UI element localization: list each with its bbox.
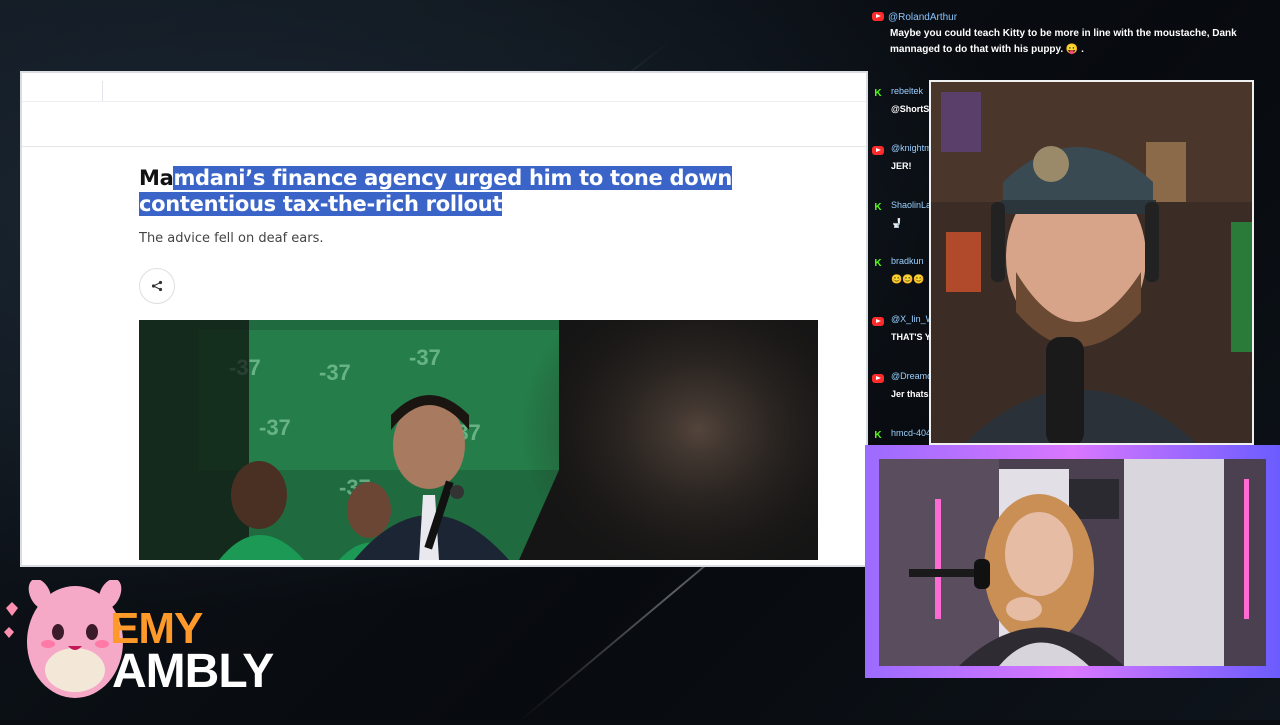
youtube-icon xyxy=(872,317,884,326)
kick-icon: K xyxy=(874,258,882,269)
top-chat-message: @RolandArthur Maybe you could teach Kitt… xyxy=(872,10,1272,58)
youtube-icon xyxy=(872,12,884,21)
chat-username: hmcd-404 xyxy=(891,428,932,438)
share-icon xyxy=(151,280,163,292)
chat-username: rebeltek xyxy=(891,86,924,96)
svg-text:-37: -37 xyxy=(319,360,351,385)
divider xyxy=(102,81,103,101)
chat-overlay: K rebeltek @ShortSidePhetting lol @knigh… xyxy=(862,78,1010,443)
browser-top-bar xyxy=(22,73,866,102)
chat-message: 🚽 xyxy=(891,218,903,228)
youtube-icon xyxy=(872,146,884,155)
share-button[interactable] xyxy=(139,268,175,304)
youtube-icon xyxy=(872,374,884,383)
site-nav-bar xyxy=(22,102,866,147)
article-headline[interactable]: Mamdani’s finance agency urged him to to… xyxy=(139,165,829,217)
svg-text:-37: -37 xyxy=(409,345,441,370)
chat-message: JER! xyxy=(891,161,912,171)
kick-icon: K xyxy=(874,430,882,441)
chat-username: @RolandArthur xyxy=(888,12,958,23)
kick-icon: K xyxy=(874,202,882,213)
webcam-host xyxy=(929,80,1254,445)
svg-text:-37: -37 xyxy=(259,415,291,440)
chat-message-text: Maybe you could teach Kitty to be more i… xyxy=(890,28,1237,55)
headline-selected-text: mdani’s finance agency urged him to tone… xyxy=(139,166,733,216)
chat-username: bradkun xyxy=(891,256,924,266)
kick-icon: K xyxy=(874,88,882,99)
chat-message: 😊😊😊 xyxy=(891,274,925,284)
browser-capture: Mamdani’s finance agency urged him to to… xyxy=(22,73,866,565)
webcam-cohost xyxy=(879,459,1266,666)
headline-lead: Ma xyxy=(139,166,174,190)
article-subhead: The advice fell on deaf ears. xyxy=(139,231,324,246)
logo-text-bottom: AMBLY xyxy=(112,645,274,698)
article-photo: -37-37-37 -37-37-37 xyxy=(139,320,818,560)
